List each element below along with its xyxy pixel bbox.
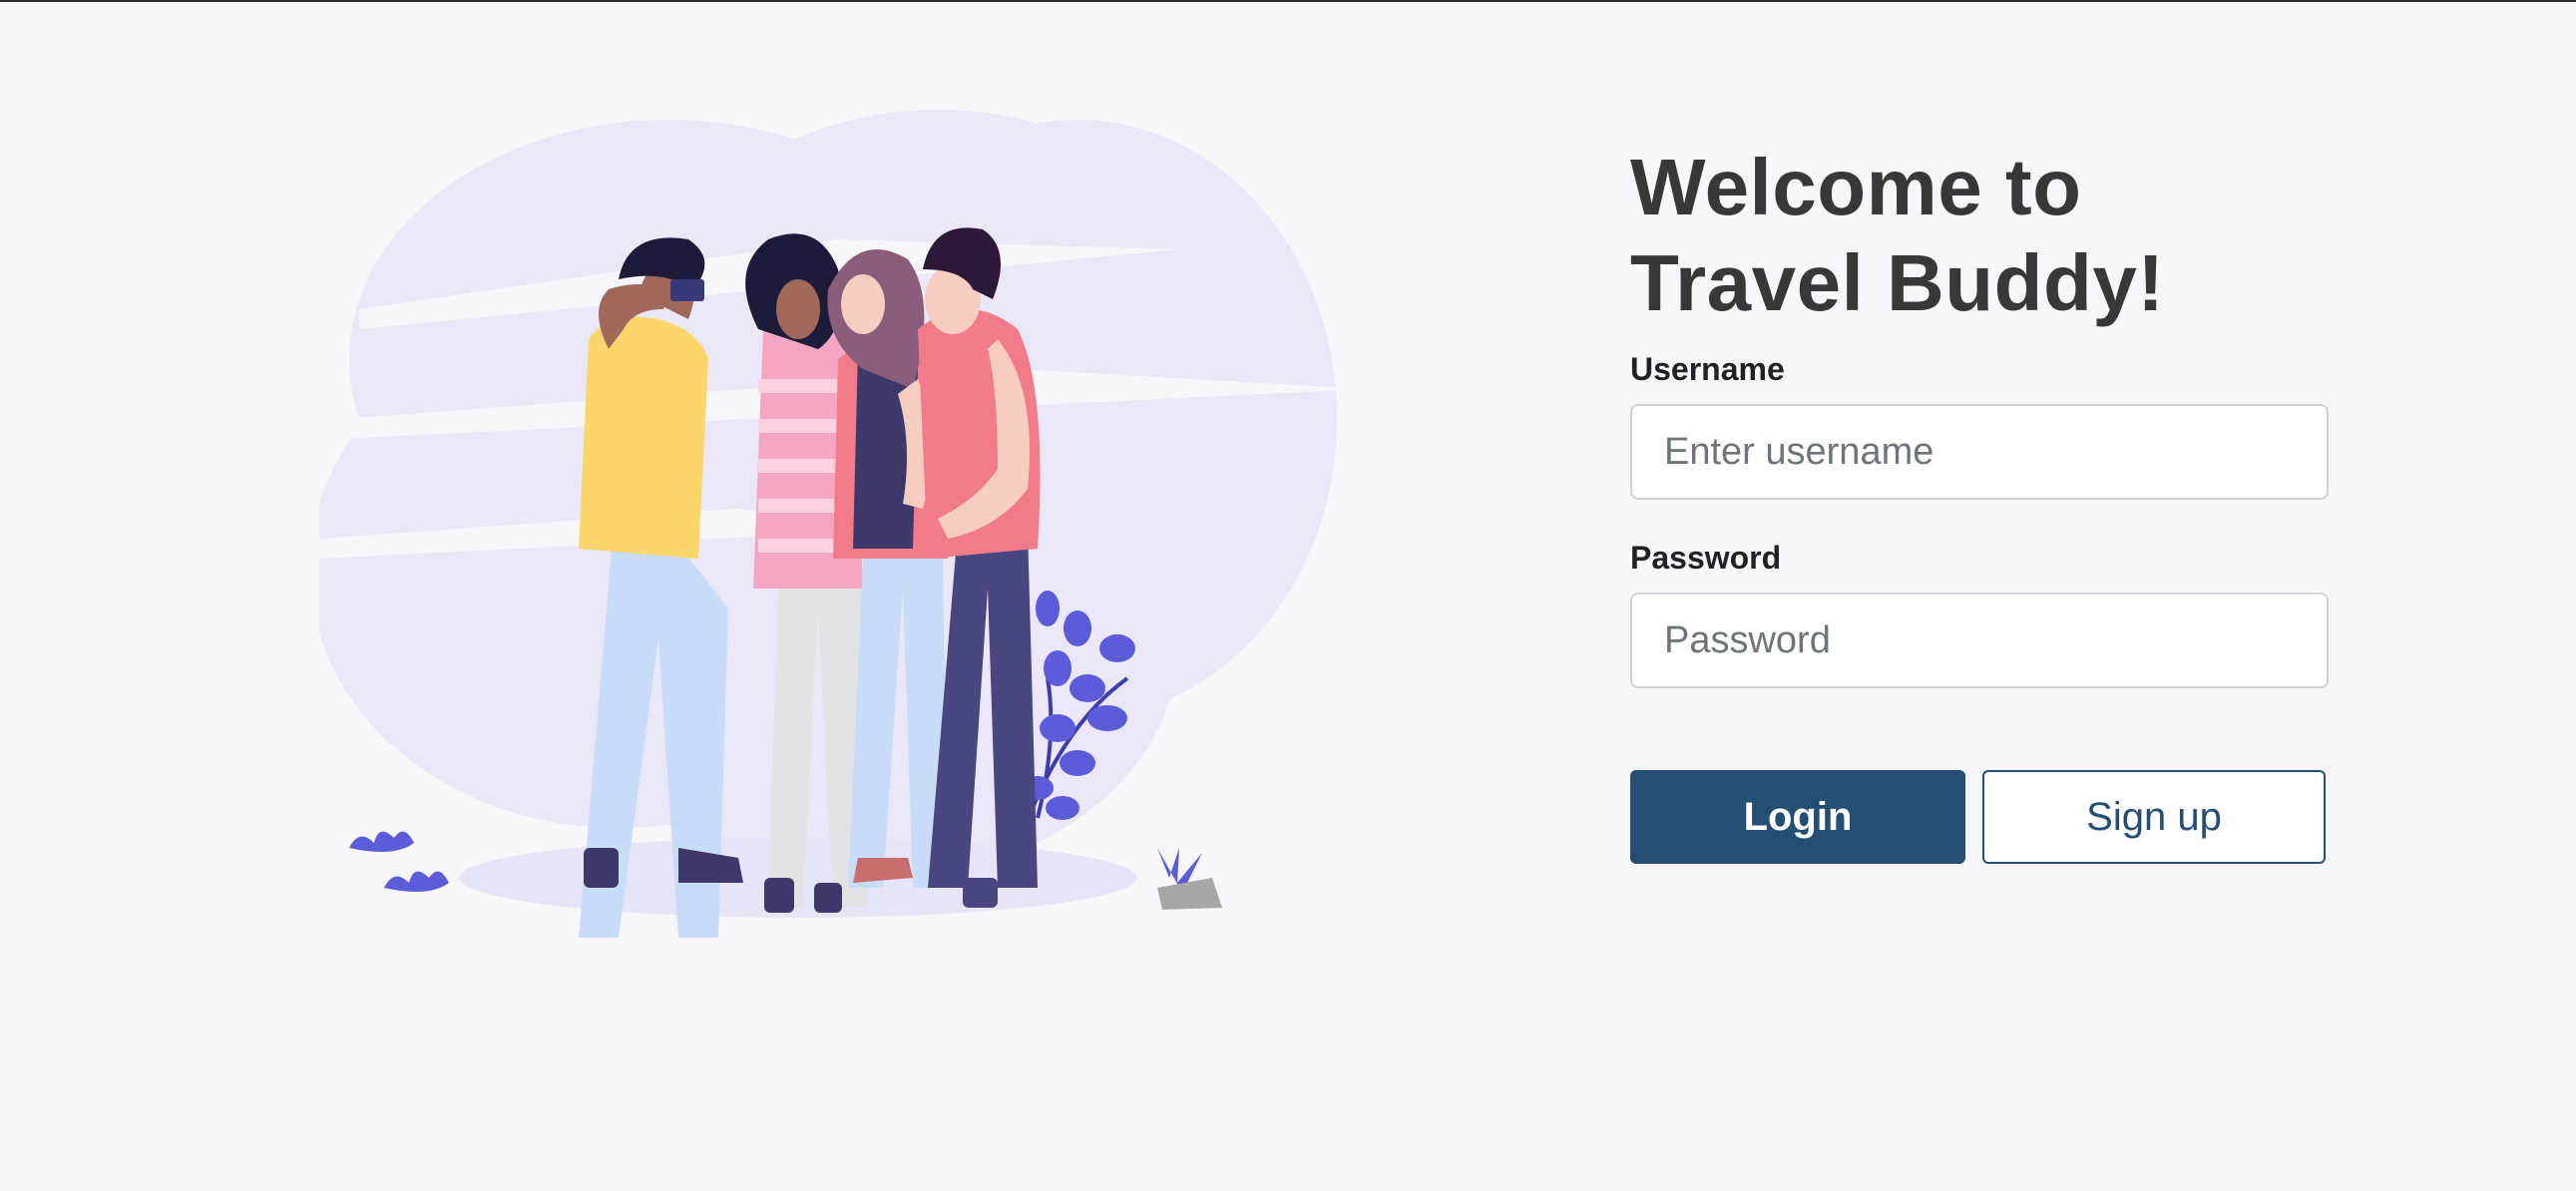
username-label: Username <box>1630 351 1785 387</box>
login-button[interactable]: Login <box>1630 770 1965 864</box>
login-panel: Welcome to Travel Buddy! Username Passwo… <box>1630 140 2329 864</box>
password-label: Password <box>1630 540 1782 576</box>
friends-selfie-illustration-icon <box>319 90 1367 938</box>
signup-button[interactable]: Sign up <box>1982 770 2326 864</box>
username-input[interactable] <box>1630 404 2329 500</box>
form-actions: Login Sign up <box>1630 770 2329 864</box>
password-input[interactable] <box>1630 593 2329 688</box>
rock-shape <box>1157 878 1222 910</box>
top-border <box>0 0 2576 2</box>
page-title: Welcome to Travel Buddy! <box>1630 143 2165 327</box>
